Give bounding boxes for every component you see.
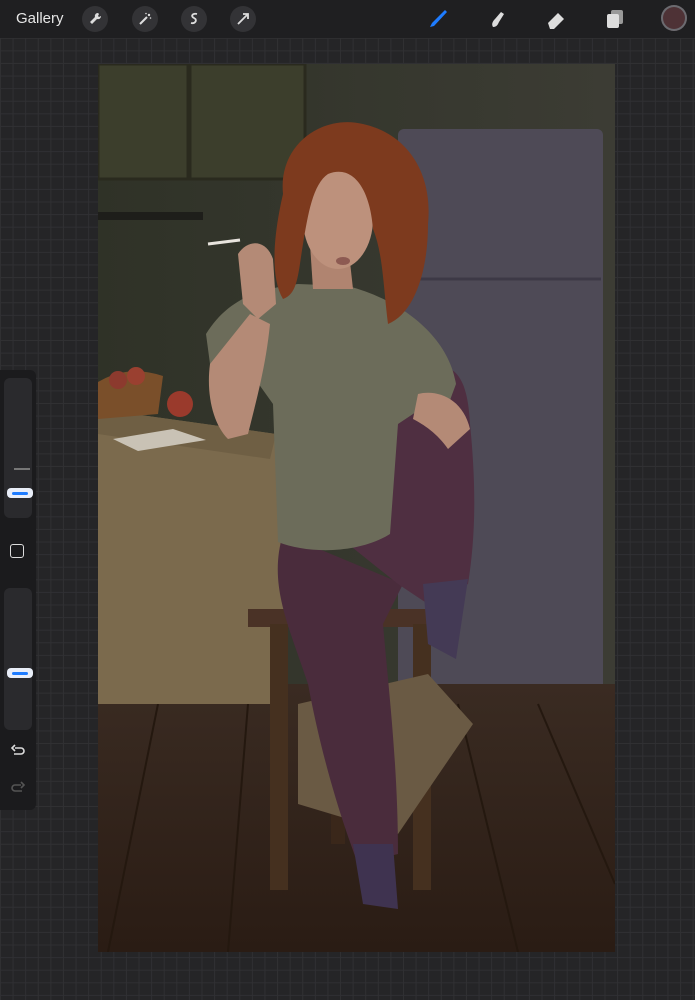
eraser-icon[interactable]	[543, 6, 569, 32]
brush-size-handle[interactable]	[7, 488, 33, 498]
wrench-icon[interactable]	[82, 6, 108, 32]
brush-icon[interactable]	[425, 6, 451, 32]
transform-arrow-icon[interactable]	[230, 6, 256, 32]
top-toolbar: Gallery	[0, 0, 695, 38]
brush-size-slider[interactable]	[4, 378, 33, 518]
apple	[167, 391, 193, 417]
opacity-handle[interactable]	[7, 668, 33, 678]
redo-icon[interactable]	[9, 780, 27, 798]
slider-tick	[14, 468, 30, 470]
square-icon[interactable]	[10, 544, 24, 558]
artwork-canvas[interactable]	[98, 64, 615, 952]
artwork-illustration	[98, 64, 615, 952]
selection-icon[interactable]	[181, 6, 207, 32]
magic-wand-icon[interactable]	[132, 6, 158, 32]
utensil-rail	[98, 212, 203, 220]
color-swatch[interactable]	[661, 5, 687, 31]
sidebar	[0, 370, 36, 810]
opacity-slider[interactable]	[4, 588, 33, 730]
undo-icon[interactable]	[9, 743, 27, 761]
layers-icon[interactable]	[602, 6, 628, 32]
smudge-icon[interactable]	[484, 6, 510, 32]
gallery-button[interactable]: Gallery	[16, 10, 64, 27]
cabinet-left	[98, 64, 190, 181]
